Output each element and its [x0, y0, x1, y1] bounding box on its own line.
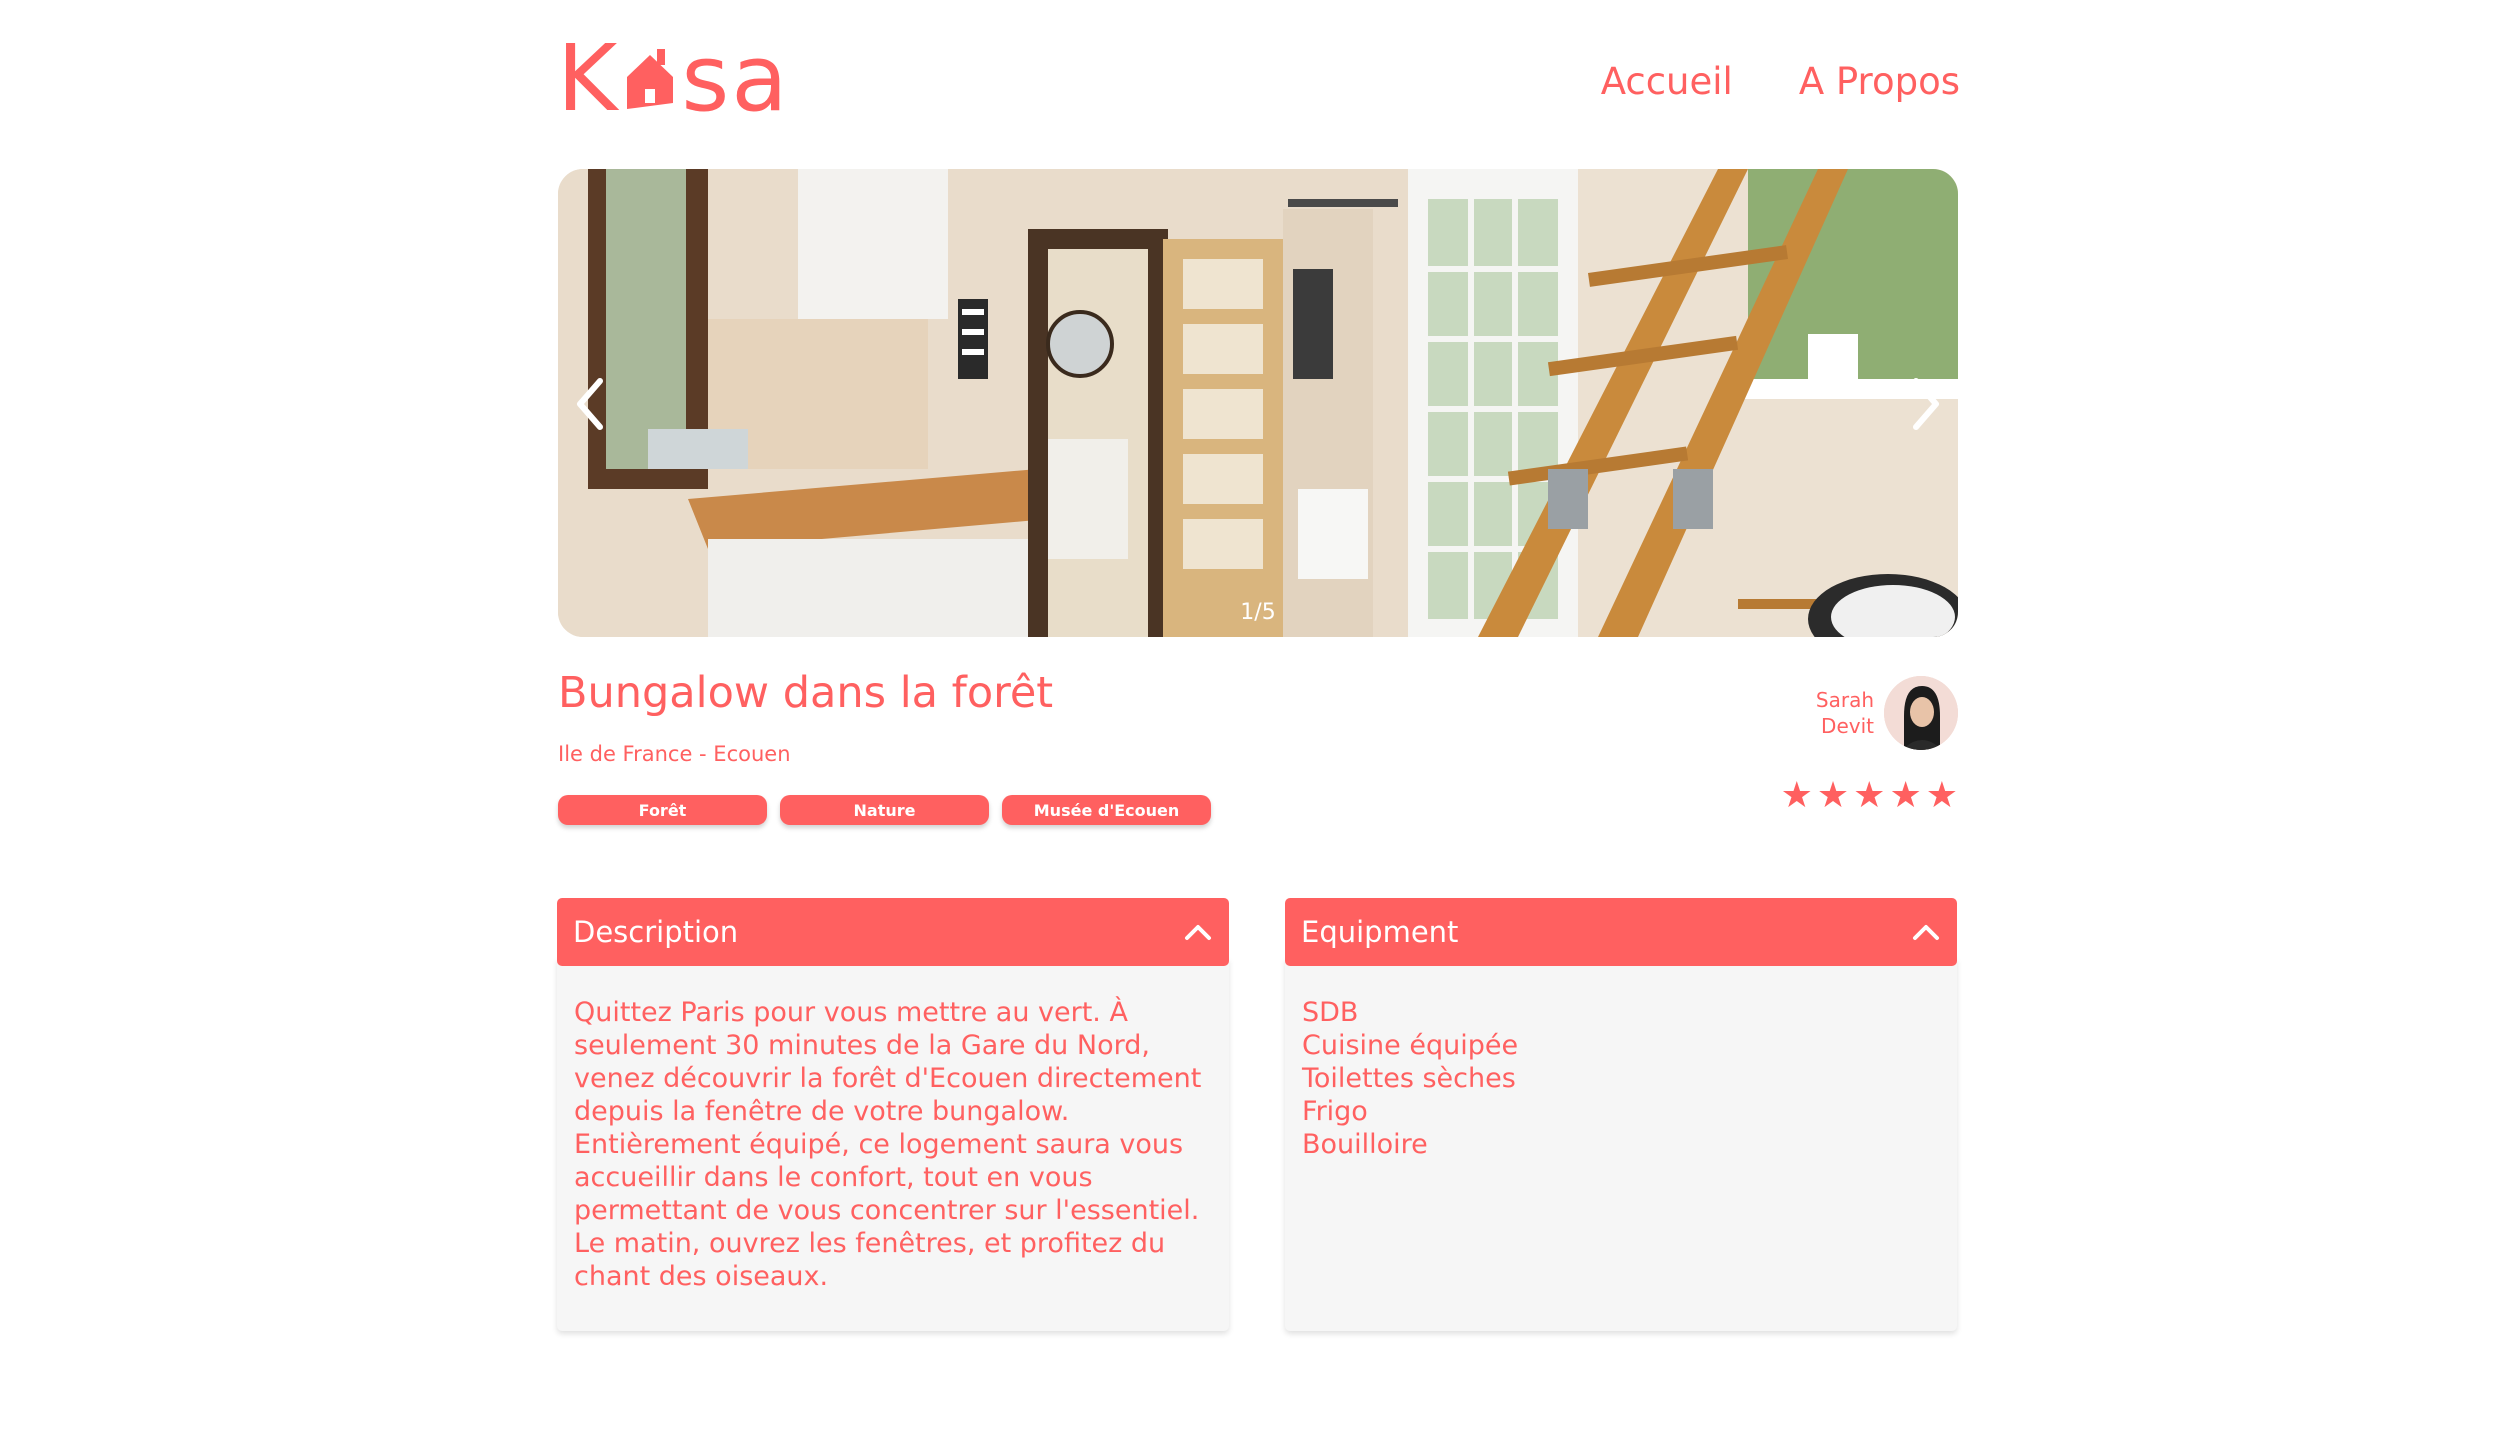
equipment-item: Cuisine équipée: [1302, 1030, 1519, 1061]
equipment-title: Equipment: [1301, 915, 1459, 949]
nav-link-a-propos[interactable]: A Propos: [1799, 60, 1960, 103]
next-arrow-icon[interactable]: [1894, 369, 1954, 439]
tag: Musée d'Ecouen: [1002, 795, 1211, 825]
star-icon: ★: [1816, 775, 1850, 816]
page: K sa Accueil A Propos 1/5 Bungalow dans …: [0, 0, 2501, 1437]
host-last-name: Devit: [1821, 714, 1874, 738]
host-avatar: [1884, 676, 1958, 750]
previous-arrow-icon[interactable]: [562, 369, 622, 439]
description-body: Quittez Paris pour vous mettre au vert. …: [557, 958, 1229, 1331]
star-icon: ★: [1889, 775, 1922, 816]
star-icon: ★: [1853, 775, 1886, 816]
main-nav: Accueil A Propos: [1601, 60, 1960, 103]
logo-letter-k: K: [557, 25, 620, 132]
house-icon: [627, 49, 674, 109]
description-title: Description: [573, 915, 739, 949]
description-header[interactable]: Description: [557, 898, 1229, 966]
star-icon: ★: [1925, 775, 1958, 816]
tag: Nature: [780, 795, 989, 825]
description-text: Quittez Paris pour vous mettre au vert. …: [574, 997, 1202, 1292]
logo-letters-sa: sa: [681, 25, 790, 132]
star-icon: ★: [1780, 775, 1813, 816]
equipment-item: Frigo: [1302, 1096, 1368, 1127]
chevron-up-icon[interactable]: [1183, 922, 1213, 942]
host-info: Sarah Devit: [1816, 676, 1958, 750]
equipment-item: SDB: [1302, 997, 1359, 1028]
avatar-portrait: [1884, 676, 1958, 750]
kasa-logo[interactable]: K sa: [557, 25, 790, 132]
equipment-item: Bouilloire: [1302, 1129, 1428, 1160]
slideshow-photo: [558, 169, 1958, 637]
rating-stars: ★ ★ ★ ★ ★: [1781, 776, 1958, 816]
host-name: Sarah Devit: [1816, 687, 1874, 739]
equipment-header[interactable]: Equipment: [1285, 898, 1957, 966]
equipment-collapse: Equipment SDB Cuisine équipée Toilettes …: [1285, 898, 1957, 1331]
description-collapse: Description Quittez Paris pour vous mett…: [557, 898, 1229, 1331]
listing-title: Bungalow dans la forêt: [558, 668, 1054, 718]
equipment-item: Toilettes sèches: [1302, 1063, 1516, 1094]
host-first-name: Sarah: [1815, 688, 1874, 712]
equipment-list: SDB Cuisine équipée Toilettes sèches Fri…: [1302, 996, 1940, 1161]
slide-counter: 1/5: [1240, 600, 1276, 625]
chevron-up-icon[interactable]: [1911, 922, 1941, 942]
tag: Forêt: [558, 795, 767, 825]
slideshow: 1/5: [558, 169, 1958, 637]
tag-list: Forêt Nature Musée d'Ecouen: [558, 795, 1211, 825]
nav-link-accueil[interactable]: Accueil: [1601, 60, 1733, 103]
equipment-body: SDB Cuisine équipée Toilettes sèches Fri…: [1285, 958, 1957, 1331]
listing-location: Ile de France - Ecouen: [558, 742, 791, 766]
